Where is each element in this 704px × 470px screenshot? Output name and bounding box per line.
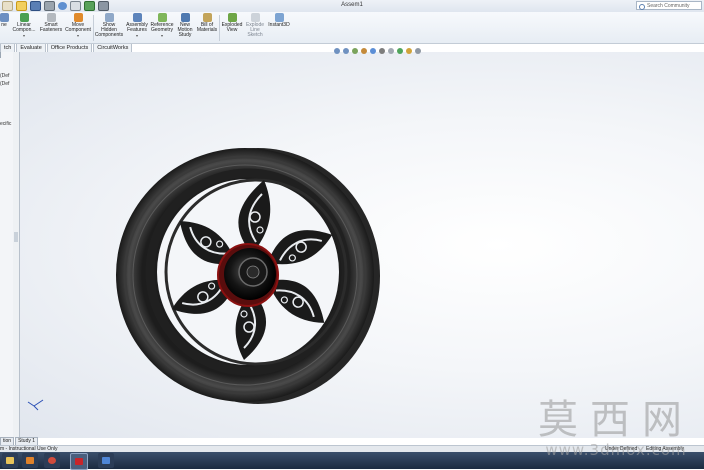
watermark-url: www.3dmox.com xyxy=(545,441,687,459)
watermark: 莫西网 www.3dmox.com xyxy=(538,398,694,458)
media-player-button[interactable] xyxy=(22,453,38,468)
document-icon xyxy=(102,457,110,464)
folder-icon xyxy=(6,457,14,464)
solidworks-icon xyxy=(75,458,83,465)
chrome-icon xyxy=(48,457,56,464)
bottom-tabs: tion Study 1 xyxy=(0,437,39,446)
coordinate-triad xyxy=(27,399,44,411)
chrome-button[interactable] xyxy=(44,453,60,468)
file-explorer-button[interactable] xyxy=(2,453,18,468)
watermark-chars: 莫西网 xyxy=(538,397,694,443)
solidworks-button[interactable] xyxy=(70,453,88,470)
document-viewer-button[interactable] xyxy=(98,453,114,468)
hub-center xyxy=(246,265,260,279)
media-player-icon xyxy=(26,457,34,464)
